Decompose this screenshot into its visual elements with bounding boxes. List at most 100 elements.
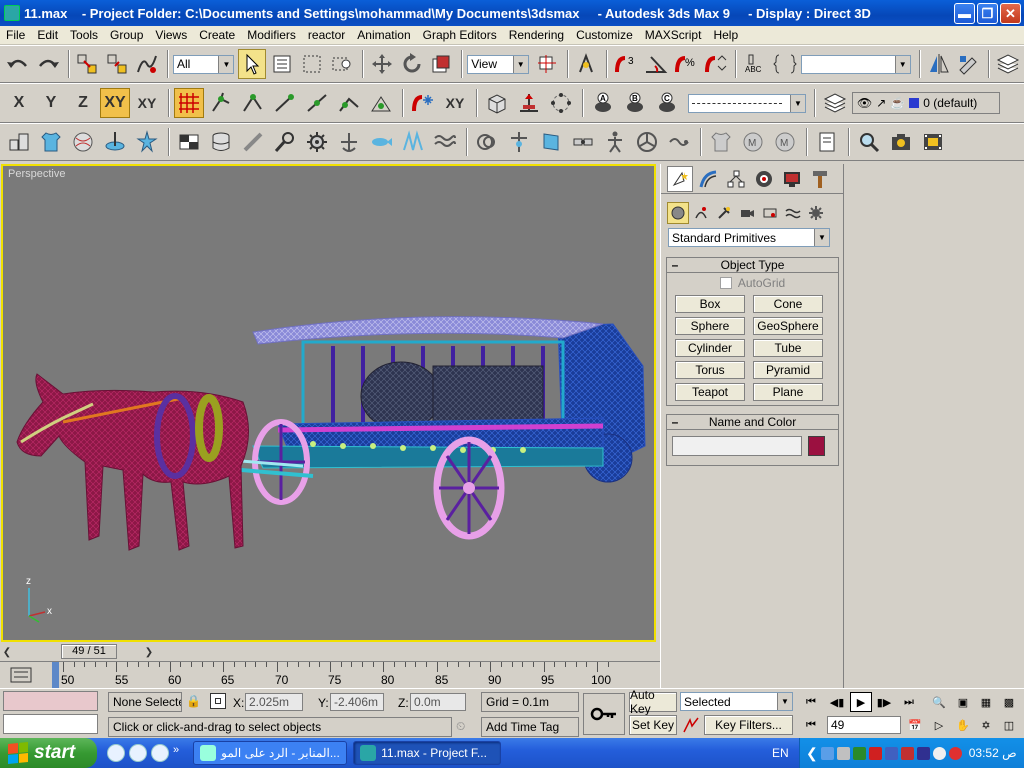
gear-button[interactable] xyxy=(302,127,332,157)
menu-group[interactable]: Group xyxy=(104,26,149,45)
clone-and-align-button[interactable] xyxy=(546,88,576,118)
next-frame-button[interactable]: ▮▶ xyxy=(873,692,895,712)
cloth-button[interactable] xyxy=(36,127,66,157)
time-tag-icon[interactable]: ⏲ xyxy=(456,719,476,737)
snap-midpoint-button[interactable] xyxy=(302,88,332,118)
add-time-tag-button[interactable]: Add Time Tag xyxy=(481,717,579,737)
rectangular-selection-button[interactable] xyxy=(298,49,326,79)
menu-reactor[interactable]: reactor xyxy=(302,26,351,45)
close-button[interactable]: ✕ xyxy=(1000,2,1021,24)
spring-button[interactable] xyxy=(398,127,428,157)
xy-plane-button[interactable]: XY xyxy=(440,88,470,118)
menu-graph-editors[interactable]: Graph Editors xyxy=(417,26,503,45)
ragdoll-button[interactable] xyxy=(600,127,630,157)
pyramid-button[interactable]: Pyramid xyxy=(753,361,823,379)
constraint-button[interactable] xyxy=(132,127,162,157)
viewport-label[interactable]: Perspective xyxy=(8,168,65,180)
select-object-button[interactable] xyxy=(238,49,267,79)
zoom-all-button[interactable]: ▣ xyxy=(952,692,974,712)
internet-explorer-icon[interactable] xyxy=(107,744,125,762)
fish-button[interactable] xyxy=(366,127,396,157)
primitive-type-dropdown[interactable]: Standard Primitives ▼ xyxy=(668,228,830,247)
object-color-swatch[interactable] xyxy=(808,436,825,456)
z-coordinate-input[interactable]: 0.0m xyxy=(410,693,466,711)
snap-grid-points-button[interactable] xyxy=(174,88,204,118)
set-key-button[interactable] xyxy=(583,693,625,735)
selection-set-a-button[interactable]: A xyxy=(588,88,618,118)
menu-modifiers[interactable]: Modifiers xyxy=(241,26,302,45)
material-editor-button[interactable] xyxy=(854,127,884,157)
snap-face-button[interactable] xyxy=(366,88,396,118)
sphere-button[interactable]: Sphere xyxy=(675,317,745,335)
field-of-view-button[interactable]: ▷ xyxy=(928,715,950,735)
time-slider-thumb[interactable]: 49 / 51 xyxy=(61,644,117,659)
bone-button[interactable] xyxy=(238,127,268,157)
menu-views[interactable]: Views xyxy=(149,26,193,45)
app-icon[interactable] xyxy=(4,5,20,21)
tab-motion[interactable] xyxy=(751,166,777,192)
perspective-viewport[interactable]: z x Perspective xyxy=(1,164,656,642)
create-animation-button[interactable]: M xyxy=(770,127,800,157)
array-button[interactable] xyxy=(482,88,512,118)
layer-manager-button[interactable] xyxy=(994,49,1022,79)
volume-icon[interactable] xyxy=(916,746,930,760)
firewall-icon[interactable] xyxy=(900,746,914,760)
rope-button[interactable] xyxy=(472,127,502,157)
maximize-viewport-button[interactable]: ◫ xyxy=(998,715,1020,735)
tab-display[interactable] xyxy=(779,166,805,192)
restrict-plane-cycle-button[interactable]: XY xyxy=(132,88,162,118)
time-configuration-button[interactable]: 📅 xyxy=(904,715,926,735)
restrict-y-button[interactable]: Y xyxy=(36,88,66,118)
pan-button[interactable]: ✋ xyxy=(952,715,974,735)
checker-button[interactable] xyxy=(174,127,204,157)
goto-end-button[interactable]: ⏭ xyxy=(898,692,920,712)
helpers-category-button[interactable] xyxy=(759,202,781,224)
quick-render-button[interactable] xyxy=(918,127,948,157)
layer-dropdown[interactable]: 👁 ↗ ☕ 0 (default) xyxy=(852,92,1000,114)
restore-button[interactable]: ❐ xyxy=(977,2,998,24)
maxscript-listener-white[interactable] xyxy=(3,714,98,734)
geosphere-button[interactable]: GeoSphere xyxy=(753,317,823,335)
geometry-category-button[interactable] xyxy=(667,201,689,224)
network-icon[interactable] xyxy=(820,746,834,760)
edit-named-selection-button[interactable]: ABC xyxy=(741,49,769,79)
select-by-name-button[interactable] xyxy=(268,49,296,79)
cloth-panel-button[interactable] xyxy=(536,127,566,157)
tray-chevron-icon[interactable]: ❮ xyxy=(806,745,818,762)
menu-animation[interactable]: Animation xyxy=(351,26,416,45)
torus-button[interactable]: Torus xyxy=(675,361,745,379)
sphere-create-button[interactable] xyxy=(68,127,98,157)
snap-endpoint-button[interactable] xyxy=(270,88,300,118)
zoom-extents-all-button[interactable]: ▩ xyxy=(998,692,1020,712)
select-and-move-button[interactable] xyxy=(368,49,396,79)
line-style-dropdown[interactable]: ▼ xyxy=(688,93,806,113)
render-scene-button[interactable] xyxy=(886,127,916,157)
chevron-right-icon[interactable]: » xyxy=(173,744,179,762)
fan-button[interactable] xyxy=(632,127,662,157)
box-create-button[interactable] xyxy=(4,127,34,157)
battery-icon[interactable] xyxy=(852,746,866,760)
play-button[interactable]: ▶ xyxy=(850,692,872,712)
tube-button[interactable]: Tube xyxy=(753,339,823,357)
x-coordinate-input[interactable]: 2.025m xyxy=(245,693,303,711)
usb-icon[interactable] xyxy=(884,746,898,760)
tab-modify[interactable] xyxy=(695,166,721,192)
chevron-right-icon[interactable]: ❯ xyxy=(142,645,156,659)
window-crossing-button[interactable] xyxy=(328,49,356,79)
manipulate-button[interactable] xyxy=(573,49,601,79)
auto-key-button[interactable]: Auto Key xyxy=(629,688,677,716)
select-and-scale-button[interactable] xyxy=(427,49,455,79)
snap-edge-button[interactable] xyxy=(334,88,364,118)
lock-icon[interactable]: 🔒 xyxy=(186,694,201,708)
autogrid-checkbox[interactable]: AutoGrid xyxy=(667,273,838,293)
wrench-button[interactable] xyxy=(270,127,300,157)
hinge-button[interactable] xyxy=(568,127,598,157)
align-button[interactable] xyxy=(955,49,983,79)
zoom-button[interactable]: 🔍 xyxy=(928,692,950,712)
minimize-button[interactable]: ▬ xyxy=(954,2,975,24)
cameras-category-button[interactable] xyxy=(736,202,758,224)
task-browser[interactable]: المنابر - الرد على المو... xyxy=(193,741,348,765)
lights-category-button[interactable] xyxy=(713,202,735,224)
select-and-rotate-button[interactable] xyxy=(398,49,426,79)
tab-utilities[interactable] xyxy=(807,166,833,192)
